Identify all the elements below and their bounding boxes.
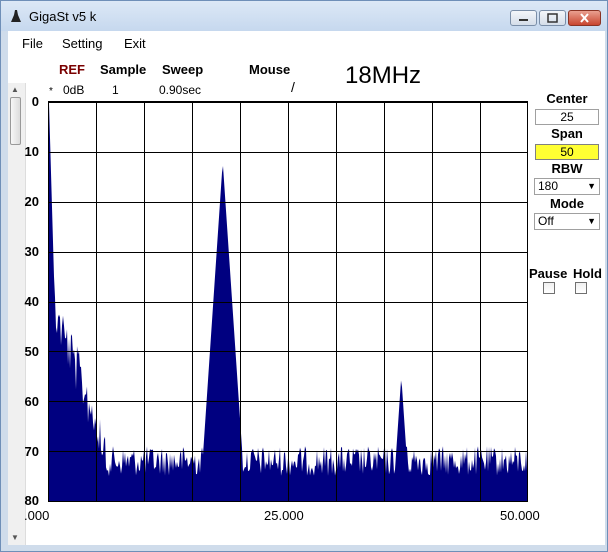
mode-label: Mode	[550, 196, 584, 211]
title-bar[interactable]: GigaSt v5 k	[1, 1, 607, 31]
app-icon	[11, 10, 21, 22]
scroll-up-icon[interactable]: ▲	[11, 85, 19, 94]
scroll-down-icon[interactable]: ▼	[11, 533, 19, 542]
mouse-label: Mouse	[249, 62, 291, 77]
minimize-icon	[519, 19, 528, 21]
rbw-select[interactable]: 180 ▼	[534, 178, 600, 195]
chevron-down-icon: ▼	[587, 181, 596, 191]
y-tick-7: 70	[24, 444, 39, 459]
close-icon	[580, 13, 589, 23]
x-tick-0: .000	[24, 508, 50, 523]
rbw-value: 180	[538, 179, 559, 193]
rbw-label: RBW	[551, 161, 583, 176]
app-window: GigaSt v5 k File Setting Exit REF Sample…	[0, 0, 608, 552]
y-tick-3: 30	[24, 244, 39, 259]
menu-file[interactable]: File	[22, 36, 43, 51]
center-input[interactable]	[535, 109, 599, 125]
maximize-button[interactable]	[539, 10, 566, 26]
mouse-readout: /	[291, 79, 295, 95]
sweep-label: Sweep	[162, 62, 204, 77]
sample-label: Sample	[100, 62, 147, 77]
ref-marker: *	[49, 86, 53, 97]
window-title: GigaSt v5 k	[29, 9, 97, 24]
span-label: Span	[551, 126, 583, 141]
ref-value: 0dB	[63, 83, 85, 97]
hold-label: Hold	[573, 266, 602, 281]
mode-value: Off	[538, 214, 554, 228]
sample-value: 1	[112, 83, 119, 97]
frequency-label: 18MHz	[345, 62, 422, 89]
menu-setting[interactable]: Setting	[62, 36, 102, 51]
x-tick-1: 25.000	[264, 508, 304, 523]
hold-checkbox[interactable]	[575, 282, 587, 294]
spectrum-plot[interactable]	[48, 101, 528, 502]
menu-exit[interactable]: Exit	[124, 36, 146, 51]
y-tick-1: 10	[24, 144, 39, 159]
y-tick-6: 60	[24, 394, 39, 409]
y-tick-2: 20	[24, 194, 39, 209]
sweep-value: 0.90sec	[159, 83, 202, 97]
chevron-down-icon: ▼	[587, 216, 596, 226]
y-tick-4: 40	[24, 294, 39, 309]
pause-label: Pause	[529, 266, 568, 281]
menu-bar: File Setting Exit	[8, 31, 605, 55]
center-label: Center	[546, 91, 588, 106]
mode-select[interactable]: Off ▼	[534, 213, 600, 230]
ref-label: REF	[59, 62, 85, 77]
maximize-icon	[547, 13, 558, 23]
y-tick-8: 80	[24, 493, 39, 508]
client-area: File Setting Exit REF Sample Sweep Mouse…	[8, 31, 605, 545]
y-tick-0: 0	[31, 94, 39, 109]
span-input[interactable]	[535, 144, 599, 160]
minimize-button[interactable]	[510, 10, 537, 26]
x-tick-2: 50.000	[500, 508, 540, 523]
close-button[interactable]	[568, 10, 601, 26]
y-tick-5: 50	[24, 344, 39, 359]
pause-checkbox[interactable]	[543, 282, 555, 294]
